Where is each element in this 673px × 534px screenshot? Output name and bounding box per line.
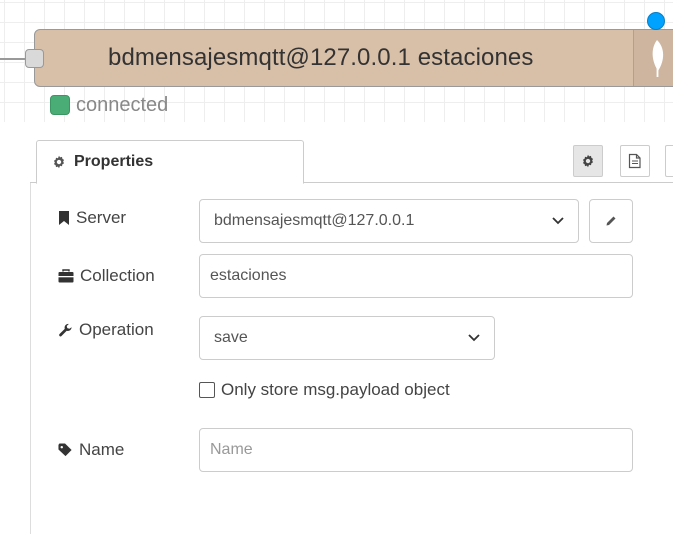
gear-icon xyxy=(53,155,65,169)
leaf-icon xyxy=(652,40,664,77)
node-changed-indicator xyxy=(647,12,665,30)
collection-label-text: Collection xyxy=(80,266,155,285)
operation-label-text: Operation xyxy=(79,320,154,339)
bookmark-icon xyxy=(59,211,69,225)
pencil-icon xyxy=(606,216,616,226)
node-icon-area xyxy=(633,30,673,86)
gear-icon xyxy=(582,154,594,168)
server-label-text: Server xyxy=(76,208,127,227)
mongodb-out-node[interactable]: bdmensajesmqtt@127.0.0.1 estaciones xyxy=(34,29,673,87)
chevron-down-icon xyxy=(468,334,480,342)
server-select[interactable]: bdmensajesmqtt@127.0.0.1 xyxy=(199,199,579,243)
briefcase-icon xyxy=(58,269,74,283)
edit-server-button[interactable] xyxy=(589,199,633,243)
collection-input[interactable] xyxy=(199,254,633,298)
payload-only-label: Only store msg.payload object xyxy=(221,380,450,399)
node-input-port[interactable] xyxy=(25,49,44,68)
node-description-button[interactable] xyxy=(620,145,650,177)
name-input[interactable] xyxy=(199,428,633,472)
node-appearance-button[interactable] xyxy=(665,145,673,177)
node-settings-button[interactable] xyxy=(573,145,603,177)
wrench-icon xyxy=(59,323,72,336)
operation-select[interactable]: save xyxy=(199,316,495,360)
payload-only-option[interactable]: Only store msg.payload object xyxy=(199,380,450,400)
flow-canvas[interactable]: bdmensajesmqtt@127.0.0.1 estaciones conn… xyxy=(0,0,673,122)
operation-select-value: save xyxy=(214,329,248,346)
name-label-text: Name xyxy=(79,440,125,459)
tab-properties-label: Properties xyxy=(74,153,154,170)
node-label: bdmensajesmqtt@127.0.0.1 estaciones xyxy=(108,44,534,71)
collection-label: Collection xyxy=(58,266,155,286)
payload-only-checkbox[interactable] xyxy=(199,382,215,398)
document-icon xyxy=(628,153,641,169)
tag-icon xyxy=(58,443,72,457)
server-select-value: bdmensajesmqtt@127.0.0.1 xyxy=(214,212,415,229)
node-status: connected xyxy=(50,93,168,117)
operation-label: Operation xyxy=(58,320,154,340)
name-label: Name xyxy=(58,440,124,460)
chevron-down-icon xyxy=(552,217,564,225)
status-text: connected xyxy=(76,93,169,116)
server-label: Server xyxy=(58,208,126,228)
tab-properties[interactable]: Properties xyxy=(36,140,304,184)
status-dot xyxy=(50,95,70,115)
